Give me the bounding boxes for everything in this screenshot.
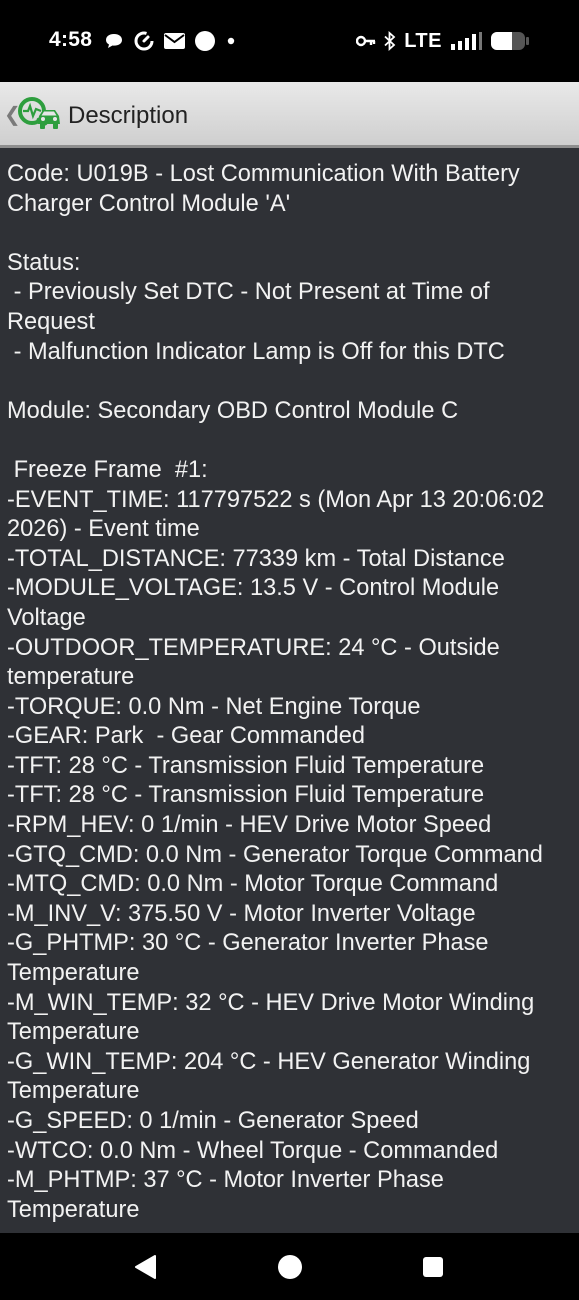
circle-icon xyxy=(195,31,215,51)
back-icon[interactable] xyxy=(133,1254,157,1280)
mail-icon xyxy=(164,33,185,49)
description-panel[interactable]: Code: U019B - Lost Communication With Ba… xyxy=(0,148,579,1233)
system-icons: LTE xyxy=(356,28,530,54)
app-header: ❮ Description xyxy=(0,82,579,148)
dtc-description-text: Code: U019B - Lost Communication With Ba… xyxy=(7,161,545,1223)
key-icon xyxy=(356,35,376,47)
navigation-bar xyxy=(0,1233,579,1300)
chat-icon xyxy=(106,34,122,48)
status-bar: 4:58 LTE xyxy=(0,0,579,82)
notification-icons xyxy=(104,30,237,52)
bluetooth-icon xyxy=(384,31,396,51)
status-time: 4:58 xyxy=(49,28,93,51)
car-diagnostic-icon[interactable] xyxy=(14,96,62,132)
home-icon[interactable] xyxy=(277,1254,303,1280)
network-type: LTE xyxy=(404,29,442,52)
sync-icon xyxy=(134,31,154,51)
signal-icon xyxy=(451,32,482,50)
recents-icon[interactable] xyxy=(422,1256,444,1278)
battery-icon xyxy=(491,32,529,50)
dot-icon xyxy=(227,37,235,45)
page-title: Description xyxy=(68,102,189,129)
